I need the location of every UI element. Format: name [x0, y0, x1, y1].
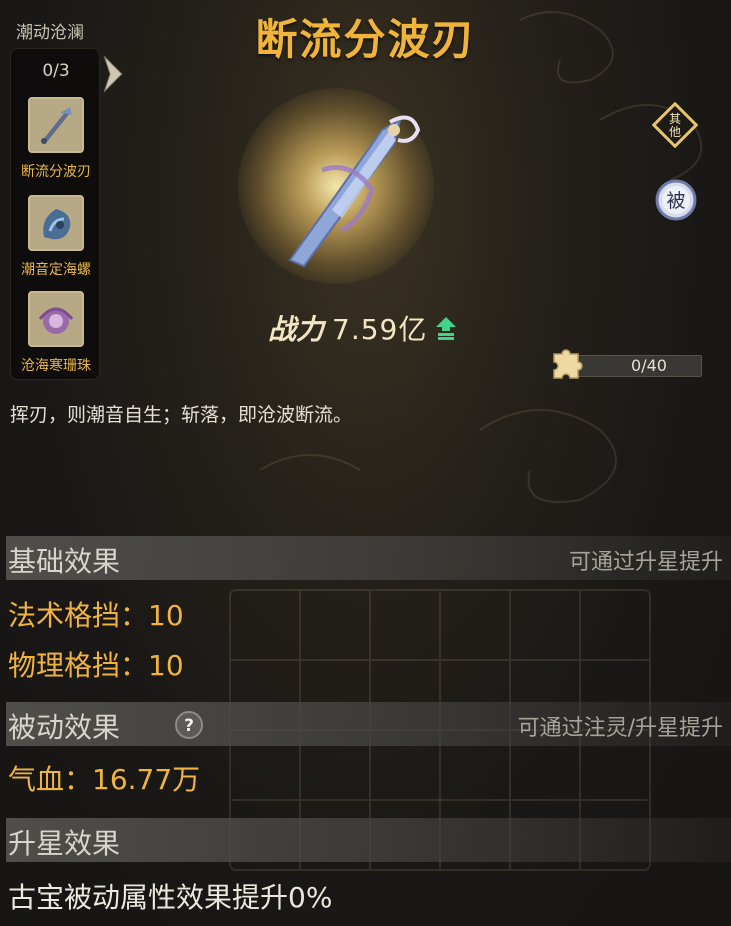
item-description: 挥刃，则潮音自生；斩落，即沧波断流。 — [10, 404, 353, 426]
power-up-arrow-icon — [436, 317, 457, 340]
combat-power: 战力 7.59亿 — [268, 308, 457, 348]
passive-badge-button[interactable]: 被 — [654, 178, 698, 222]
blade-icon — [28, 97, 84, 153]
set-item-name: 潮音定海螺 — [21, 262, 91, 278]
set-item-name: 沧海寒珊珠 — [21, 358, 91, 374]
set-item-name: 断流分波刃 — [21, 164, 91, 180]
item-title: 断流分波刃 — [255, 15, 476, 64]
conch-icon — [28, 195, 84, 251]
star-effect-text: 古宝被动属性效果提升0% — [8, 881, 333, 914]
star-effect-header: 升星效果 — [6, 818, 731, 862]
section-title: 被动效果 — [8, 711, 121, 744]
passive-effect-header: 被动效果 ? 可通过注灵/升星提升 — [6, 702, 731, 746]
stat-hp: 气血：16.77万 — [8, 763, 201, 796]
other-badge-label: 其他 — [669, 112, 681, 139]
power-label: 战力 — [268, 313, 325, 346]
puzzle-piece-icon — [553, 349, 583, 379]
other-badge-button[interactable]: 其他 — [652, 102, 698, 148]
stat-magic-block: 法术格挡：10 — [8, 599, 184, 632]
piece-progress-bar: 0/40 — [574, 355, 702, 377]
stat-physical-block: 物理格挡：10 — [8, 649, 184, 682]
piece-progress-text: 0/40 — [631, 356, 667, 375]
pearl-icon — [28, 291, 84, 347]
basic-effect-header: 基础效果 可通过升星提升 — [6, 536, 731, 580]
section-hint: 可通过注灵/升星提升 — [517, 716, 723, 741]
weapon-blade-icon — [288, 115, 421, 268]
passive-badge-label: 被 — [666, 190, 685, 212]
section-title: 基础效果 — [8, 545, 121, 578]
section-hint: 可通过升星提升 — [568, 550, 723, 575]
set-panel: 0/3 断流分波刃 潮音定海螺 沧海寒珊珠 — [10, 48, 100, 380]
help-question-icon[interactable]: ? — [174, 710, 204, 740]
section-title: 升星效果 — [8, 827, 121, 860]
svg-text:?: ? — [184, 716, 194, 736]
power-value: 7.59亿 — [332, 313, 428, 346]
